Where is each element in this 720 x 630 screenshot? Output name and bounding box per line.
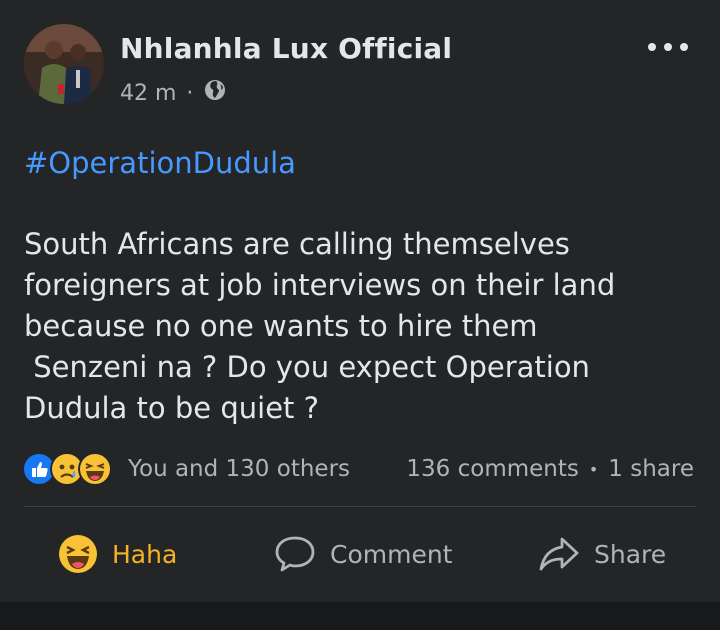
meta-separator: · [186, 80, 194, 106]
body-line: South Africans are calling themselves [24, 227, 570, 261]
avatar[interactable] [24, 24, 104, 104]
bottom-strip [0, 602, 720, 630]
post-meta: 42 m · [120, 78, 227, 108]
share-icon [539, 537, 579, 571]
reaction-icons[interactable] [22, 452, 112, 486]
share-button[interactable]: Share [538, 532, 666, 576]
comment-icon [275, 536, 315, 572]
post-body: South Africans are calling themselves fo… [24, 224, 684, 429]
globe-icon[interactable] [203, 78, 227, 108]
share-label: Share [594, 539, 667, 569]
body-line: because no one wants to hire them [24, 309, 538, 343]
avatar-photo [24, 24, 104, 104]
body-line: Dudula to be quiet ? [24, 391, 320, 425]
more-options-icon[interactable] [648, 36, 688, 58]
body-line: Senzeni na ? Do you expect Operation [24, 350, 590, 384]
post-card: Nhlanhla Lux Official 42 m · #OperationD… [0, 0, 720, 602]
haha-label: Haha [112, 539, 178, 569]
body-line: foreigners at job interviews on their la… [24, 268, 616, 302]
comment-label: Comment [330, 539, 453, 569]
haha-icon [59, 535, 97, 573]
divider [24, 506, 696, 507]
haha-button[interactable]: Haha [58, 532, 177, 576]
comment-button[interactable]: Comment [274, 532, 453, 576]
haha-icon [78, 452, 112, 486]
hashtag-link[interactable]: #OperationDudula [24, 146, 296, 180]
author-name[interactable]: Nhlanhla Lux Official [120, 32, 452, 65]
comments-count[interactable]: 136 comments [406, 456, 578, 482]
engagement-counts: 136 comments • 1 share [406, 456, 694, 482]
shares-count[interactable]: 1 share [608, 456, 694, 482]
post-time[interactable]: 42 m [120, 81, 176, 106]
reactions-summary[interactable]: You and 130 others [128, 456, 350, 482]
counts-dot: • [588, 459, 599, 479]
